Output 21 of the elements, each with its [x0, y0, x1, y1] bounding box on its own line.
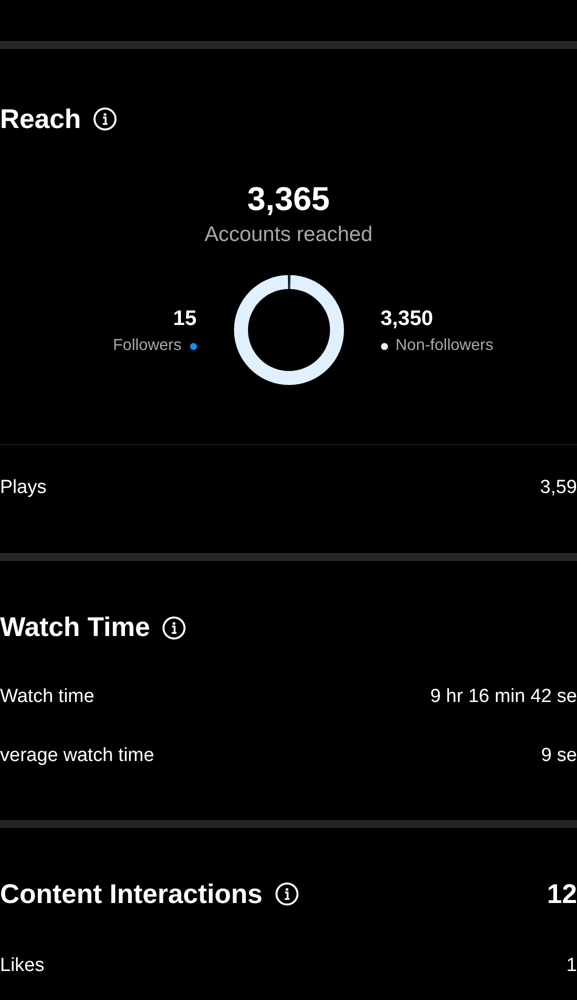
non-followers-count: 3,350 — [380, 306, 434, 332]
accounts-reached-count: 3,365 — [247, 178, 330, 218]
metric-label: Watch time — [0, 685, 94, 709]
metric-label: verage watch time — [0, 744, 154, 768]
non-followers-label: Non-followers — [396, 336, 494, 356]
followers-count: 15 — [173, 306, 196, 332]
section-total: 12 — [546, 878, 577, 911]
accounts-reached-label: Accounts reached — [204, 222, 373, 248]
info-icon[interactable] — [162, 616, 186, 640]
info-icon[interactable] — [93, 107, 118, 132]
metric-label: Plays — [0, 476, 46, 500]
section-title: Content Interactions — [0, 878, 263, 911]
metric-value: 3,59 — [540, 476, 577, 500]
metric-value: 1 — [566, 954, 577, 978]
info-icon[interactable] — [274, 882, 299, 906]
metric-value: 9 hr 16 min 42 se — [430, 685, 577, 709]
metric-value: 9 se — [541, 744, 577, 768]
section-title: Reach — [0, 103, 82, 136]
metric-label: Likes — [0, 954, 44, 978]
followers-label: Followers — [113, 336, 182, 356]
section-title: Watch Time — [0, 611, 150, 644]
